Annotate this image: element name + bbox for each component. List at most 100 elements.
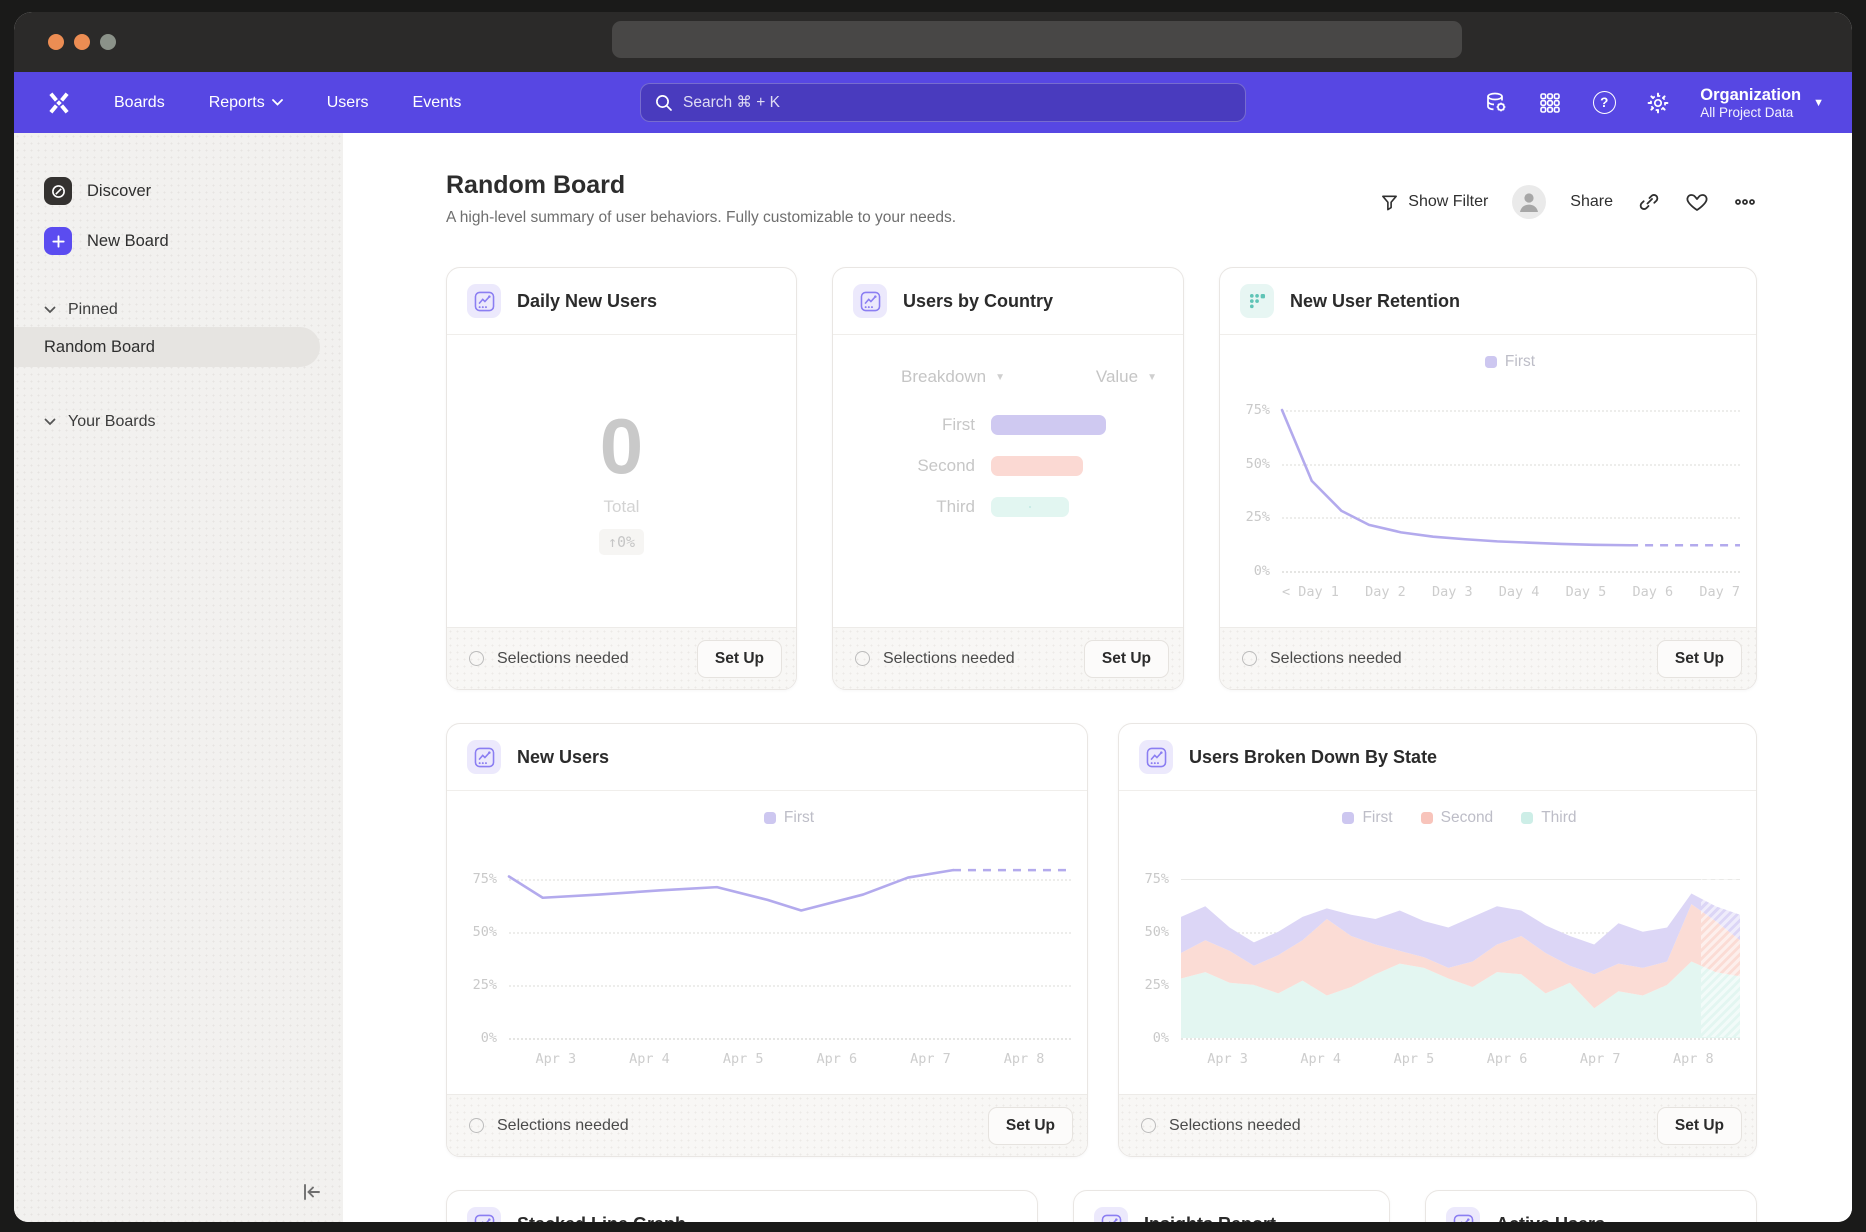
insights-chart-icon bbox=[467, 740, 501, 774]
x-axis-label: Day 7 bbox=[1699, 584, 1740, 600]
chevron-down-icon bbox=[44, 418, 56, 426]
status-circle-icon bbox=[855, 651, 870, 666]
browser-window: Boards Reports Users Events bbox=[14, 12, 1852, 1222]
data-management-icon[interactable] bbox=[1484, 91, 1508, 115]
insights-chart-icon bbox=[1094, 1207, 1128, 1222]
card-header: Active Users bbox=[1426, 1191, 1756, 1222]
cards-row-2: New Users First75%50%25%0%Apr 3Apr 4Apr … bbox=[446, 723, 1757, 1157]
status-circle-icon bbox=[1141, 1118, 1156, 1133]
chevron-down-icon bbox=[272, 99, 283, 106]
x-axis-label: Day 4 bbox=[1499, 584, 1540, 600]
favorite-heart-icon[interactable] bbox=[1685, 190, 1709, 214]
plus-icon bbox=[44, 227, 72, 255]
set-up-button[interactable]: Set Up bbox=[988, 1107, 1073, 1145]
new-users-line-chart: First75%50%25%0%Apr 3Apr 4Apr 5Apr 6Apr … bbox=[447, 791, 1087, 1094]
y-axis-label: 50% bbox=[1224, 456, 1270, 472]
card-footer: Selections needed Set Up bbox=[1220, 627, 1756, 689]
y-axis-label: 0% bbox=[1123, 1030, 1169, 1046]
card-footer: Selections needed Set Up bbox=[833, 627, 1183, 689]
nav-item-boards[interactable]: Boards bbox=[114, 94, 165, 112]
nav-item-label: Events bbox=[413, 94, 462, 112]
x-axis-label: Apr 3 bbox=[536, 1051, 577, 1067]
sidebar-item-discover[interactable]: Discover bbox=[14, 177, 343, 205]
plot-area: 75%50%25%0%< Day 1Day 2Day 3Day 4Day 5Da… bbox=[1282, 395, 1740, 571]
x-axis-label: Apr 7 bbox=[910, 1051, 951, 1067]
page-subtitle: A high-level summary of user behaviors. … bbox=[446, 209, 956, 227]
more-options-icon[interactable] bbox=[1733, 190, 1757, 214]
card-footer: Selections needed Set Up bbox=[447, 627, 796, 689]
nav-item-events[interactable]: Events bbox=[413, 94, 462, 112]
retention-line-chart: First 75%50%25%0%< Day 1Day 2Day 3Day 4Da… bbox=[1220, 335, 1756, 627]
board-header-text: Random Board A high-level summary of use… bbox=[446, 171, 956, 227]
x-axis-labels: Apr 3Apr 4Apr 5Apr 6Apr 7Apr 8 bbox=[1181, 1051, 1740, 1067]
x-axis-label: Day 2 bbox=[1365, 584, 1406, 600]
card-title: New Users bbox=[517, 747, 609, 768]
address-bar[interactable] bbox=[612, 21, 1462, 58]
bar-category-label: Second bbox=[833, 456, 991, 476]
nav-item-reports[interactable]: Reports bbox=[209, 94, 283, 112]
y-axis-label: 75% bbox=[1224, 402, 1270, 418]
board-header: Random Board A high-level summary of use… bbox=[446, 171, 1757, 227]
breakdown-dropdown[interactable]: Breakdown ▼ bbox=[901, 367, 1005, 387]
settings-gear-icon[interactable] bbox=[1646, 91, 1670, 115]
set-up-button[interactable]: Set Up bbox=[1084, 640, 1169, 678]
share-button[interactable]: Share bbox=[1570, 193, 1613, 211]
x-axis-label: Apr 6 bbox=[1487, 1051, 1528, 1067]
retention-grid-icon bbox=[1240, 284, 1274, 318]
sidebar-item-label: Random Board bbox=[44, 338, 155, 357]
value-dropdown[interactable]: Value ▼ bbox=[1096, 367, 1157, 387]
window-titlebar bbox=[14, 12, 1852, 72]
legend-swatch bbox=[1421, 812, 1433, 824]
organization-switcher[interactable]: Organization All Project Data ▼ bbox=[1700, 85, 1824, 121]
legend-label: Third bbox=[1541, 809, 1576, 827]
help-glyph: ? bbox=[1593, 91, 1616, 114]
set-up-button[interactable]: Set Up bbox=[1657, 1107, 1742, 1145]
card-stacked-line-graph: Stacked Line Graph bbox=[446, 1190, 1038, 1222]
sidebar-section-label: Pinned bbox=[68, 301, 118, 319]
set-up-button[interactable]: Set Up bbox=[697, 640, 782, 678]
legend-item: First bbox=[1342, 809, 1392, 827]
nav-menu: Boards Reports Users Events bbox=[114, 94, 461, 112]
zoom-window-button[interactable] bbox=[100, 34, 116, 50]
grid-line bbox=[1282, 571, 1740, 573]
status-circle-icon bbox=[1242, 651, 1257, 666]
search-placeholder: Search ⌘ + K bbox=[683, 93, 780, 112]
y-axis-label: 0% bbox=[1224, 563, 1270, 579]
chart-legend: First bbox=[1278, 353, 1742, 371]
nav-item-users[interactable]: Users bbox=[327, 94, 369, 112]
legend-item: First bbox=[764, 809, 814, 827]
help-icon[interactable]: ? bbox=[1592, 91, 1616, 115]
avatar[interactable] bbox=[1512, 185, 1546, 219]
sidebar-section-label: Your Boards bbox=[68, 413, 155, 431]
chart-line-first bbox=[1282, 410, 1630, 545]
collapse-sidebar-button[interactable] bbox=[300, 1180, 326, 1206]
legend-swatch bbox=[1485, 356, 1497, 368]
mixpanel-logo-icon[interactable] bbox=[46, 90, 72, 116]
card-new-users: New Users First75%50%25%0%Apr 3Apr 4Apr … bbox=[446, 723, 1088, 1157]
sidebar-item-random-board[interactable]: Random Board bbox=[14, 327, 320, 367]
card-users-by-state: Users Broken Down By State FirstSecondTh… bbox=[1118, 723, 1757, 1157]
status-circle-icon bbox=[469, 651, 484, 666]
breakdown-controls: Breakdown ▼ Value ▼ bbox=[833, 335, 1183, 387]
minimize-window-button[interactable] bbox=[74, 34, 90, 50]
show-filter-button[interactable]: Show Filter bbox=[1380, 193, 1488, 212]
close-window-button[interactable] bbox=[48, 34, 64, 50]
search-icon bbox=[655, 94, 673, 112]
sidebar-item-new-board[interactable]: New Board bbox=[14, 227, 343, 255]
card-header: New User Retention bbox=[1220, 268, 1756, 335]
chart-line-first bbox=[509, 870, 953, 910]
nav-item-label: Users bbox=[327, 94, 369, 112]
card-title: New User Retention bbox=[1290, 291, 1460, 312]
y-axis-label: 0% bbox=[451, 1030, 497, 1046]
apps-grid-icon[interactable] bbox=[1538, 91, 1562, 115]
sidebar-section-your-boards[interactable]: Your Boards bbox=[14, 413, 343, 431]
forecast-hatch-overlay bbox=[1701, 851, 1740, 1037]
organization-scope: All Project Data bbox=[1700, 105, 1801, 120]
dropdown-label: Value bbox=[1096, 367, 1138, 387]
set-up-button[interactable]: Set Up bbox=[1657, 640, 1742, 678]
chart-legend: FirstSecondThird bbox=[1177, 809, 1742, 827]
copy-link-icon[interactable] bbox=[1637, 190, 1661, 214]
search-input[interactable]: Search ⌘ + K bbox=[640, 83, 1246, 122]
sidebar-section-pinned[interactable]: Pinned bbox=[14, 301, 343, 319]
insights-chart-icon bbox=[467, 1207, 501, 1222]
